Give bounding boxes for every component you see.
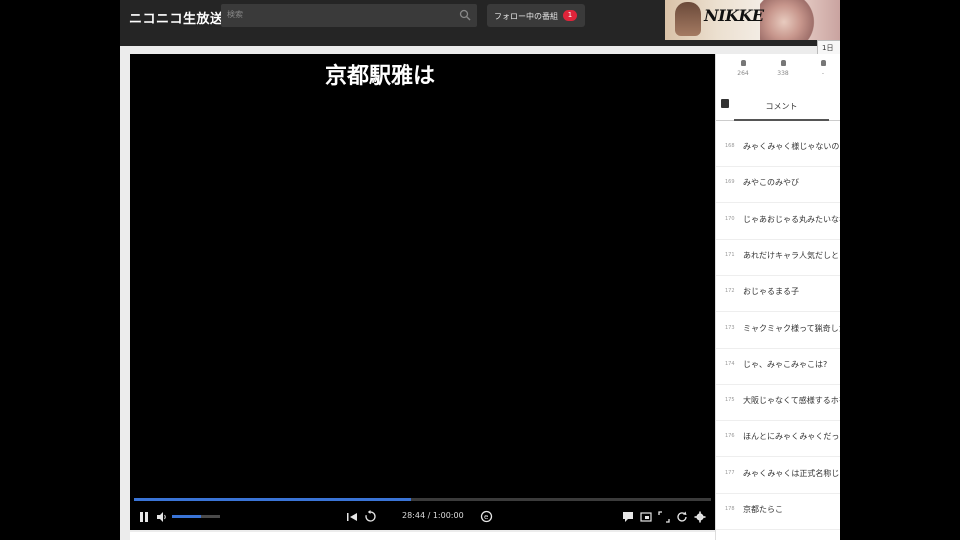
comment-text: じゃ、みゃこみゃこは?: [743, 359, 828, 369]
person-icon: [740, 60, 746, 66]
comment-toggle-icon[interactable]: [622, 511, 634, 523]
comment-text: ほんとにみゃくみゃくだった: [743, 432, 840, 442]
comment-text: 大阪じゃなくて感様するホをイ: [743, 396, 840, 406]
search-input[interactable]: 検索: [221, 4, 477, 27]
video-player[interactable]: 京都駅雅は 28:44 / 1:00:00 e: [130, 54, 715, 530]
niconico-live-logo[interactable]: ニコニコ生放送: [129, 8, 224, 27]
reload-icon[interactable]: [676, 511, 688, 523]
pause-icon[interactable]: [138, 511, 150, 523]
comment-row[interactable]: 172 おじゃるまる子: [716, 275, 840, 313]
site-header: ニコニコ生放送 検索 フォロー中の番組 1 NIKKE: [120, 0, 840, 46]
comment-panel: 264 338 - コメント 168 みゃくみゃく様じゃないの? 169 みやこのみや…: [715, 54, 840, 540]
page: ニコニコ生放送 検索 フォロー中の番組 1 NIKKE 1日 京都駅雅は 28:…: [120, 0, 840, 540]
comment-text: あれだけキャラ人気だしといて: [743, 250, 840, 260]
comment-row[interactable]: 168 みゃくみゃく様じゃないの?: [716, 130, 840, 167]
comment-row[interactable]: 170 じゃあおじゃる丸みたいな名前: [716, 203, 840, 240]
ad-character-image: [675, 2, 701, 36]
comment-number: 169: [725, 179, 735, 186]
comment-text: みゃくみゃくは正式名称じゃな: [743, 468, 840, 478]
video-telop: 京都駅雅は: [324, 64, 435, 89]
comment-row[interactable]: 175 大阪じゃなくて感様するホをイ: [716, 384, 840, 422]
playback-time: 28:44 / 1:00:00: [402, 511, 464, 520]
fullscreen-icon[interactable]: [658, 511, 670, 523]
comment-number: 170: [725, 215, 735, 222]
volume-slider[interactable]: [172, 515, 220, 518]
following-programs-button[interactable]: フォロー中の番組 1: [487, 4, 585, 27]
comment-text: 京都たらこ: [743, 505, 783, 514]
comment-number: 168: [725, 143, 735, 149]
ad-character-image-2: [760, 0, 820, 40]
volume-level: [172, 515, 201, 518]
ad-logo: NIKKE: [704, 6, 764, 25]
comment-row[interactable]: 177 みゃくみゃくは正式名称じゃな: [716, 457, 840, 494]
viewer-count: 264: [729, 60, 757, 77]
skip-to-start-icon[interactable]: [346, 511, 358, 523]
program-stats: 264 338 -: [716, 54, 840, 90]
ad-points: -: [809, 60, 837, 77]
picture-in-picture-icon[interactable]: [640, 511, 652, 523]
following-count-badge: 1: [563, 10, 577, 21]
comment-bubble-icon: [780, 60, 786, 66]
rewind-10s-icon[interactable]: [364, 510, 377, 523]
comment-number: 173: [725, 324, 735, 331]
comment-count: 338: [769, 60, 797, 77]
comment-row[interactable]: 171 あれだけキャラ人気だしといて: [716, 239, 840, 276]
viewer-count-value: 264: [737, 70, 749, 77]
comment-row[interactable]: 176 ほんとにみゃくみゃくだった: [716, 420, 840, 458]
panel-menu-icon[interactable]: [721, 99, 729, 108]
settings-gear-icon[interactable]: [694, 511, 706, 523]
comment-number: 171: [725, 251, 735, 258]
below-player-area: [130, 532, 715, 540]
svg-text:e: e: [484, 513, 488, 521]
comment-count-value: 338: [777, 70, 789, 77]
comment-row[interactable]: 178 京都たらこ: [716, 493, 840, 530]
comment-text: おじゃるまる子: [743, 287, 799, 297]
comment-text: じゃあおじゃる丸みたいな名前: [743, 214, 840, 224]
comment-number: 176: [725, 433, 735, 440]
seek-bar[interactable]: [134, 498, 711, 501]
comment-row[interactable]: 169 みやこのみやび: [716, 166, 840, 204]
comment-number: 178: [725, 506, 735, 512]
comment-number: 177: [725, 469, 735, 476]
comment-row[interactable]: 174 じゃ、みゃこみゃこは?: [716, 348, 840, 385]
panel-tabs: コメント: [716, 94, 840, 121]
comment-number: 172: [725, 288, 735, 295]
volume-icon[interactable]: [156, 511, 168, 523]
comment-text: みゃくみゃく様じゃないの?: [743, 142, 840, 151]
ad-banner[interactable]: NIKKE: [665, 0, 840, 40]
seek-bar-progress: [134, 498, 411, 501]
ad-point-icon: [820, 60, 826, 66]
ad-points-value: -: [821, 70, 825, 77]
comment-number: 175: [725, 397, 735, 404]
following-programs-label: フォロー中の番組: [494, 12, 558, 21]
search-icon[interactable]: [459, 9, 471, 21]
comment-text: ミャクミャク様って猟奇したん: [743, 323, 840, 333]
tab-comment[interactable]: コメント: [734, 94, 829, 121]
comment-row[interactable]: 173 ミャクミャク様って猟奇したん: [716, 312, 840, 349]
comment-text: みやこのみやび: [743, 178, 799, 188]
nicoad-icon[interactable]: e: [480, 510, 493, 523]
search-placeholder: 検索: [227, 10, 243, 19]
comment-number: 174: [725, 360, 735, 367]
